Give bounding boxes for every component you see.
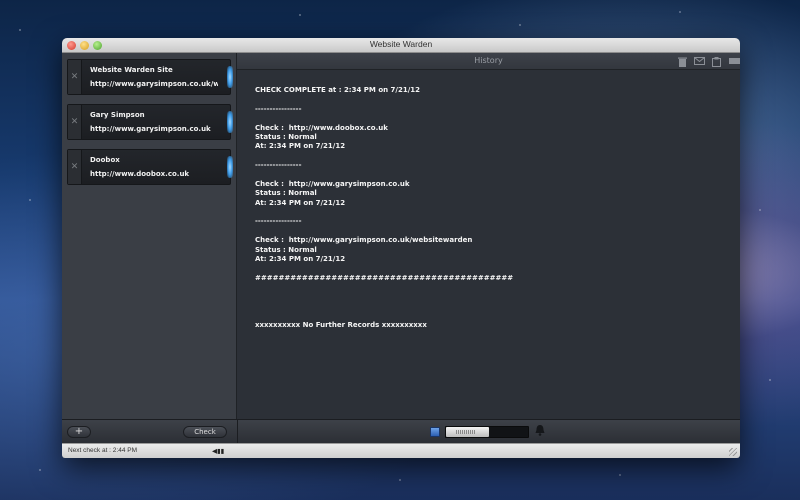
status-glow-icon bbox=[227, 66, 233, 88]
history-line: Status : Normal bbox=[255, 132, 317, 141]
resize-handle[interactable] bbox=[729, 448, 737, 456]
next-check-text: Next check at : 2:44 PM bbox=[68, 447, 138, 454]
window-title: Website Warden bbox=[369, 39, 433, 49]
site-name: Website Warden Site bbox=[90, 66, 173, 74]
history-line bbox=[255, 227, 725, 236]
site-url: http://www.garysimpson.co.uk bbox=[90, 125, 211, 133]
interval-slider[interactable] bbox=[445, 426, 529, 438]
history-line: At: 2:34 PM on 7/21/12 bbox=[255, 198, 346, 207]
site-item[interactable]: ✕ Doobox http://www.doobox.co.uk bbox=[67, 149, 233, 185]
sites-sidebar: ✕ Website Warden Site http://www.garysim… bbox=[62, 53, 237, 419]
blue-square-icon[interactable] bbox=[430, 427, 440, 437]
status-glow-icon bbox=[227, 156, 233, 178]
site-name: Doobox bbox=[90, 156, 120, 164]
history-line bbox=[255, 152, 725, 161]
drive-icon[interactable] bbox=[729, 57, 740, 67]
bottom-toolbar: + Check bbox=[62, 419, 740, 444]
history-line bbox=[255, 311, 725, 320]
history-line: ########################################… bbox=[255, 273, 514, 282]
history-line bbox=[255, 95, 725, 104]
mail-icon[interactable] bbox=[694, 57, 705, 67]
history-line: ---------------- bbox=[255, 161, 302, 170]
site-item[interactable]: ✕ Gary Simpson http://www.garysimpson.co… bbox=[67, 104, 233, 140]
site-url: http://www.garysimpson.co.uk/wel bbox=[90, 80, 218, 88]
history-line bbox=[255, 264, 725, 273]
history-line: Check : http://www.garysimpson.co.uk/web… bbox=[255, 236, 473, 245]
history-header: History bbox=[237, 53, 740, 70]
history-line: xxxxxxxxxx No Further Records xxxxxxxxxx bbox=[255, 320, 427, 329]
history-line bbox=[255, 208, 725, 217]
bell-icon[interactable] bbox=[534, 425, 546, 437]
history-line bbox=[255, 293, 725, 302]
history-line: CHECK COMPLETE at : 2:34 PM on 7/21/12 bbox=[255, 86, 421, 94]
remove-site-icon[interactable]: ✕ bbox=[68, 150, 82, 184]
history-line bbox=[255, 114, 725, 123]
app-window: Website Warden ✕ Website Warden Site htt… bbox=[62, 38, 740, 458]
site-name: Gary Simpson bbox=[90, 111, 145, 119]
site-item[interactable]: ✕ Website Warden Site http://www.garysim… bbox=[67, 59, 233, 95]
status-glow-icon bbox=[227, 111, 233, 133]
remove-site-icon[interactable]: ✕ bbox=[68, 105, 82, 139]
history-panel: History CHECK COMPLETE at : 2:34 PM on 7… bbox=[237, 53, 740, 419]
history-line: At: 2:34 PM on 7/21/12 bbox=[255, 142, 346, 151]
remove-site-icon[interactable]: ✕ bbox=[68, 60, 82, 94]
history-line: Check : http://www.garysimpson.co.uk bbox=[255, 179, 410, 188]
trash-icon[interactable] bbox=[677, 57, 688, 67]
history-line: Check : http://www.doobox.co.uk bbox=[255, 123, 388, 132]
toolbar-divider bbox=[237, 420, 238, 444]
add-site-button[interactable]: + bbox=[67, 426, 91, 438]
title-bar: Website Warden bbox=[62, 38, 740, 53]
status-bar: Next check at : 2:44 PM ◀▮▮ bbox=[62, 443, 740, 458]
site-url: http://www.doobox.co.uk bbox=[90, 170, 190, 178]
check-button[interactable]: Check bbox=[183, 426, 227, 438]
history-line bbox=[255, 283, 725, 292]
history-line bbox=[255, 302, 725, 311]
history-line: Status : Normal bbox=[255, 189, 317, 198]
history-log: CHECK COMPLETE at : 2:34 PM on 7/21/12 --… bbox=[255, 86, 725, 330]
history-title: History bbox=[474, 56, 503, 65]
history-line bbox=[255, 171, 725, 180]
clipboard-icon[interactable] bbox=[711, 57, 722, 67]
history-line: At: 2:34 PM on 7/21/12 bbox=[255, 255, 346, 264]
playback-control[interactable]: ◀▮▮ bbox=[212, 447, 224, 455]
history-line: Status : Normal bbox=[255, 245, 317, 254]
history-line: ---------------- bbox=[255, 104, 302, 113]
slider-grip[interactable] bbox=[456, 430, 476, 434]
history-line: ---------------- bbox=[255, 217, 302, 226]
